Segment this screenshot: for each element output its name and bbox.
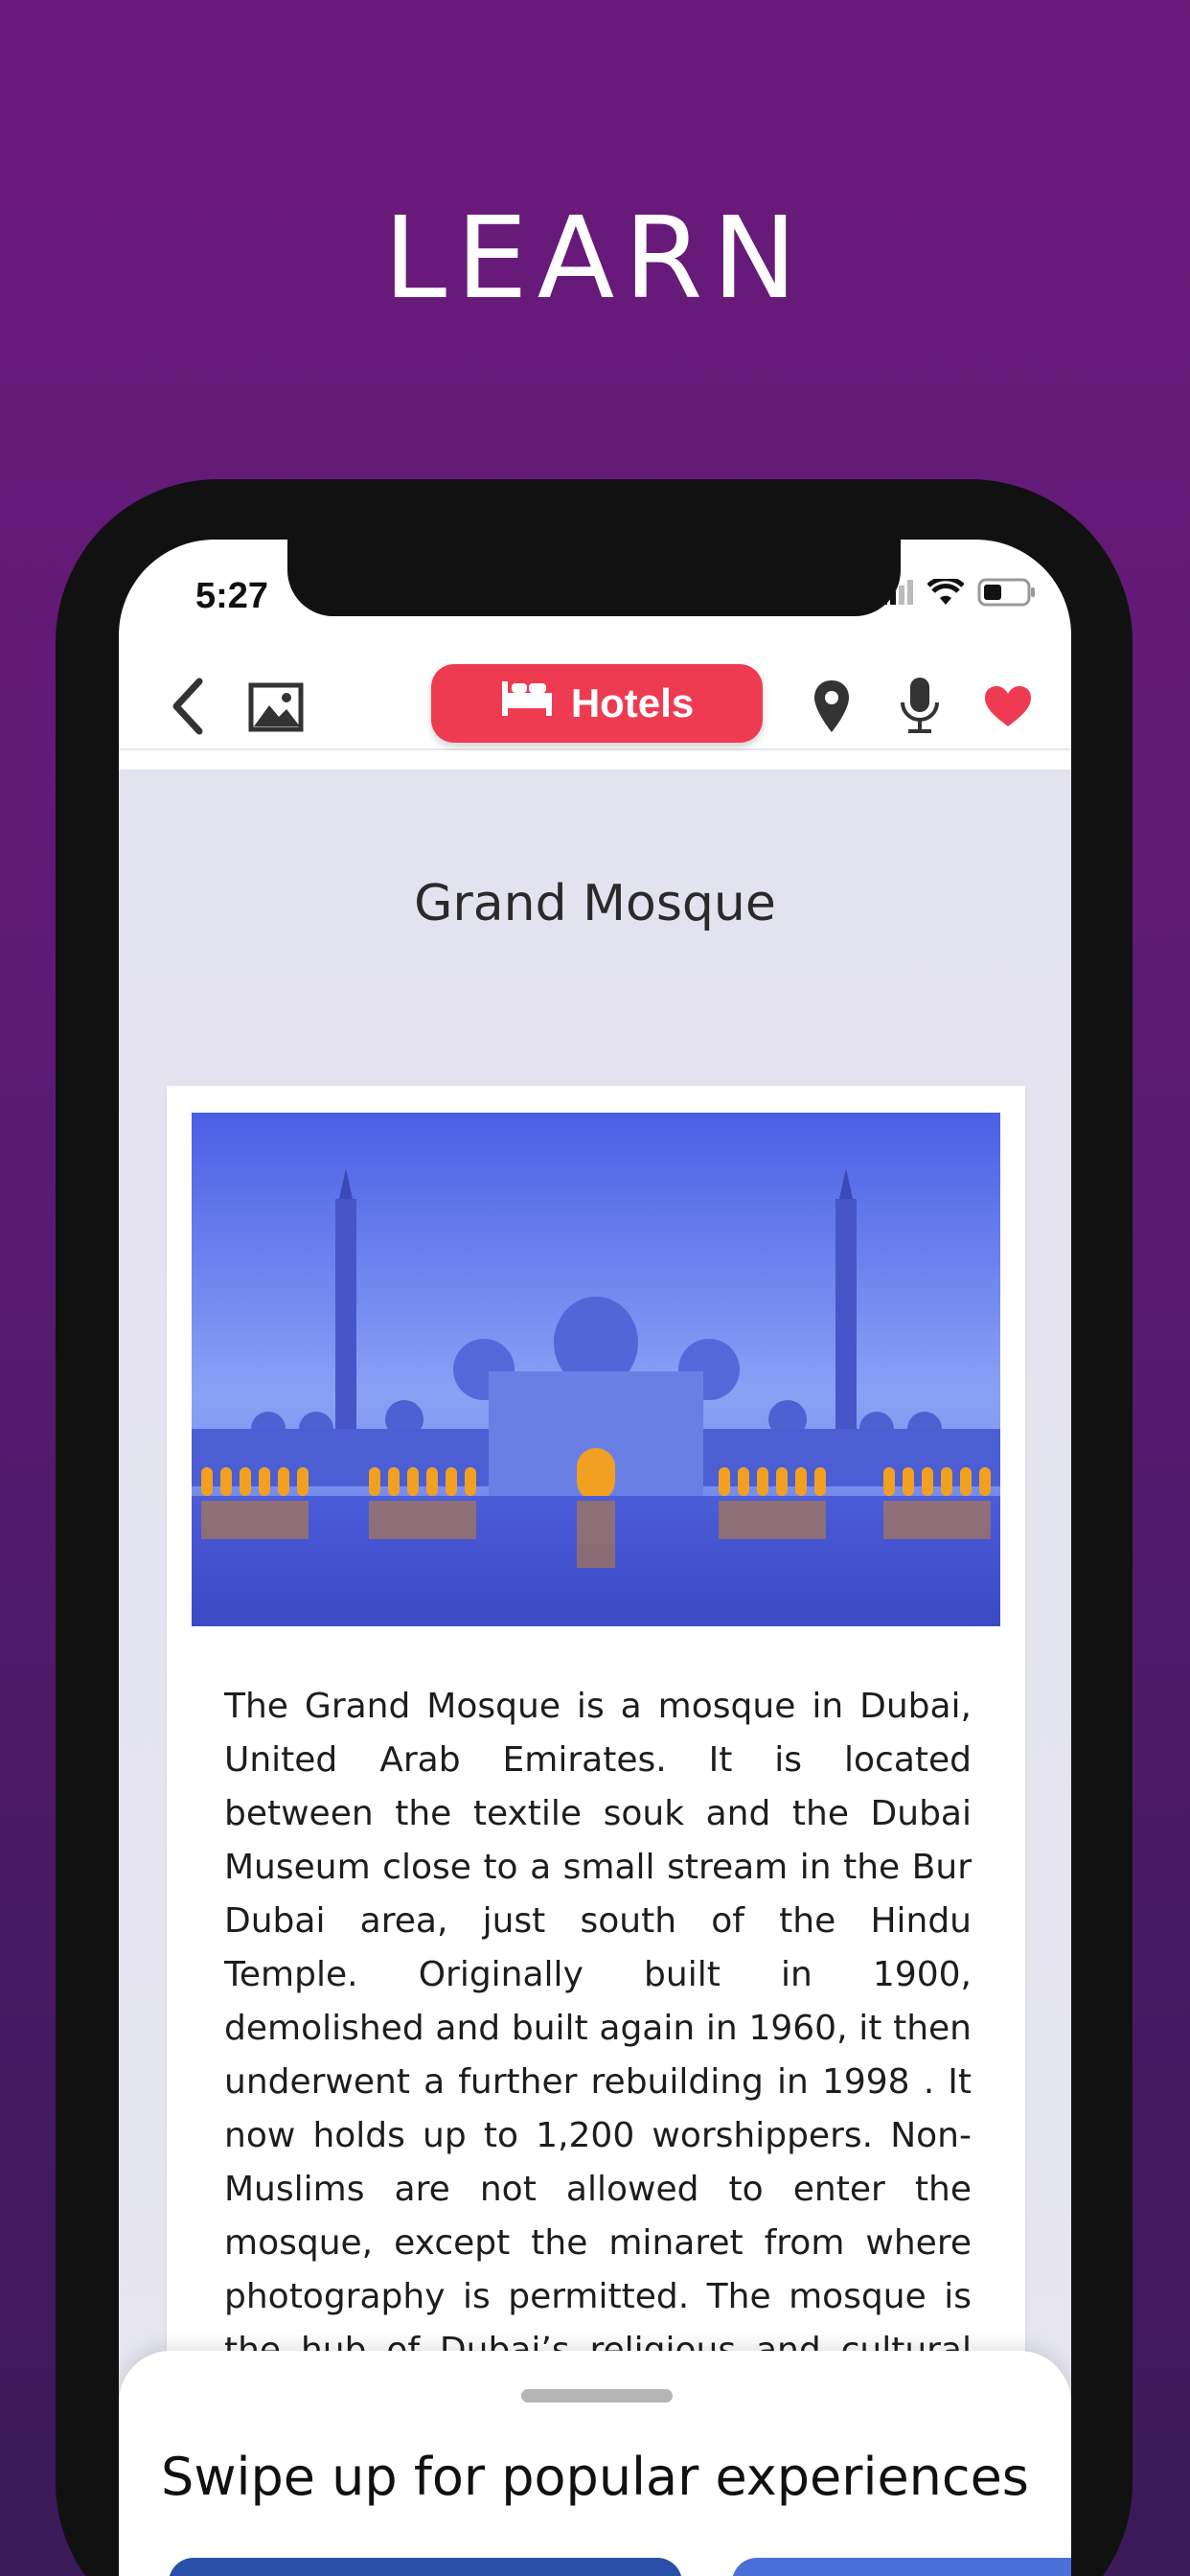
battery-icon xyxy=(977,578,1037,611)
phone-notch xyxy=(287,540,901,616)
back-chevron-icon[interactable] xyxy=(169,678,207,735)
microphone-icon[interactable] xyxy=(897,674,943,737)
place-card: The Grand Mosque is a mosque in Dubai, U… xyxy=(167,1086,1025,2523)
status-icons xyxy=(881,576,1037,611)
sheet-grabber-handle[interactable] xyxy=(521,2389,673,2403)
hotels-label: Hotels xyxy=(570,680,695,725)
heart-icon[interactable] xyxy=(981,681,1035,731)
sheet-title: Swipe up for popular experiences xyxy=(161,2447,1029,2507)
image-icon[interactable] xyxy=(247,681,305,733)
mosque-photo xyxy=(192,1113,1000,1626)
place-title: Grand Mosque xyxy=(414,875,776,932)
content-area: Grand Mosque The Grand Mosque is a mosqu… xyxy=(119,770,1071,2576)
experience-card[interactable] xyxy=(732,2558,1071,2576)
place-description: The Grand Mosque is a mosque in Dubai, U… xyxy=(224,1687,972,2424)
bed-icon xyxy=(500,679,554,727)
experience-card[interactable] xyxy=(169,2558,682,2576)
location-pin-icon[interactable] xyxy=(809,676,855,737)
app-screen: 5:27 Hotels Grand Mosque The Grand Mosqu… xyxy=(119,540,1071,2576)
status-time: 5:27 xyxy=(195,576,269,616)
experiences-bottom-sheet[interactable]: Swipe up for popular experiences xyxy=(119,2351,1071,2576)
wifi-icon xyxy=(927,576,965,610)
promo-headline: LEARN xyxy=(383,192,807,324)
hotels-button[interactable]: Hotels xyxy=(431,664,763,743)
top-navigation-bar: Hotels xyxy=(119,645,1071,750)
